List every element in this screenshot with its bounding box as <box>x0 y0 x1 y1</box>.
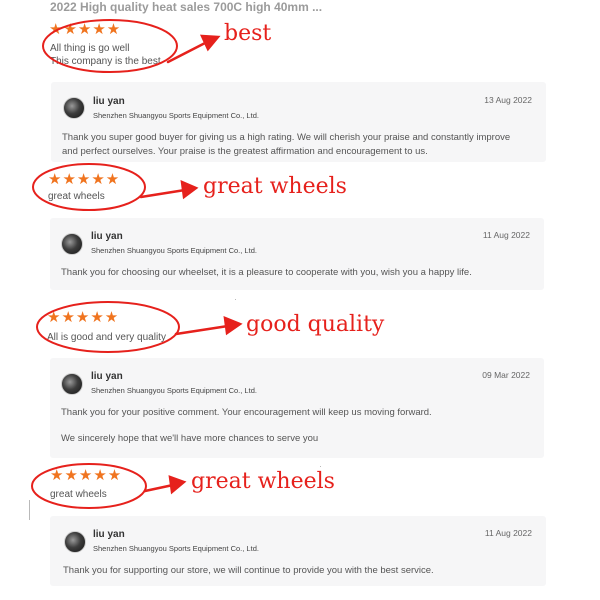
seller-company: Shenzhen Shuangyou Sports Equipment Co.,… <box>91 246 257 255</box>
seller-company: Shenzhen Shuangyou Sports Equipment Co.,… <box>91 386 257 395</box>
review-text-line: great wheels <box>50 489 107 500</box>
reply-text-line: We sincerely hope that we'll have more c… <box>61 433 319 444</box>
reply-text-line: Thank you for supporting our store, we w… <box>63 565 434 576</box>
reply-date: 13 Aug 2022 <box>484 95 532 105</box>
seller-reply: liu yan Shenzhen Shuangyou Sports Equipm… <box>50 218 544 290</box>
annotation-arrow <box>139 188 187 199</box>
avatar <box>63 97 85 119</box>
seller-name: liu yan <box>93 96 125 107</box>
seller-name: liu yan <box>93 529 125 540</box>
annotation-label: great wheels <box>203 174 347 199</box>
reply-date: 11 Aug 2022 <box>482 230 530 240</box>
annotation-arrow <box>143 483 175 493</box>
arrow-head <box>223 316 243 336</box>
seller-reply: liu yan Shenzhen Shuangyou Sports Equipm… <box>51 82 546 162</box>
star-rating: ★★★★★ <box>50 467 123 484</box>
avatar <box>61 233 83 255</box>
star-rating: ★★★★★ <box>47 309 120 326</box>
seller-reply: liu yan Shenzhen Shuangyou Sports Equipm… <box>50 516 546 586</box>
reply-text-line: Thank you for choosing our wheelset, it … <box>61 267 472 278</box>
divider-dot <box>235 299 236 300</box>
review-text-line: great wheels <box>48 191 105 202</box>
review-text-line: All is good and very quality <box>47 332 166 343</box>
divider-line <box>29 500 30 520</box>
avatar <box>64 531 86 553</box>
seller-company: Shenzhen Shuangyou Sports Equipment Co.,… <box>93 544 259 553</box>
arrow-head <box>199 34 221 52</box>
arrow-head <box>168 475 187 495</box>
avatar <box>61 373 83 395</box>
reply-date: 11 Aug 2022 <box>484 528 532 538</box>
annotation-label: great wheels <box>191 469 335 494</box>
seller-name: liu yan <box>91 231 123 242</box>
seller-name: liu yan <box>91 371 123 382</box>
annotation-label: best <box>224 21 272 46</box>
reply-date: 09 Mar 2022 <box>482 370 530 380</box>
seller-reply: liu yan Shenzhen Shuangyou Sports Equipm… <box>50 358 544 458</box>
seller-company: Shenzhen Shuangyou Sports Equipment Co.,… <box>93 111 259 120</box>
reply-text-line: and perfect ourselves. Your praise is th… <box>62 146 428 157</box>
review-text-line: This company is the best <box>50 56 161 67</box>
divider-dot <box>320 466 321 467</box>
star-rating: ★★★★★ <box>48 171 121 188</box>
reply-text-line: Thank you for your positive comment. You… <box>61 407 432 418</box>
annotation-label: good quality <box>246 312 385 337</box>
reply-text-line: Thank you super good buyer for giving us… <box>62 132 511 143</box>
annotation-arrow <box>174 324 230 336</box>
review-text-line: All thing is go well <box>50 43 130 54</box>
arrow-head <box>180 179 199 200</box>
product-title[interactable]: 2022 High quality heat sales 700C high 4… <box>50 0 322 14</box>
annotation-arrow <box>166 40 209 64</box>
star-rating: ★★★★★ <box>49 21 122 38</box>
